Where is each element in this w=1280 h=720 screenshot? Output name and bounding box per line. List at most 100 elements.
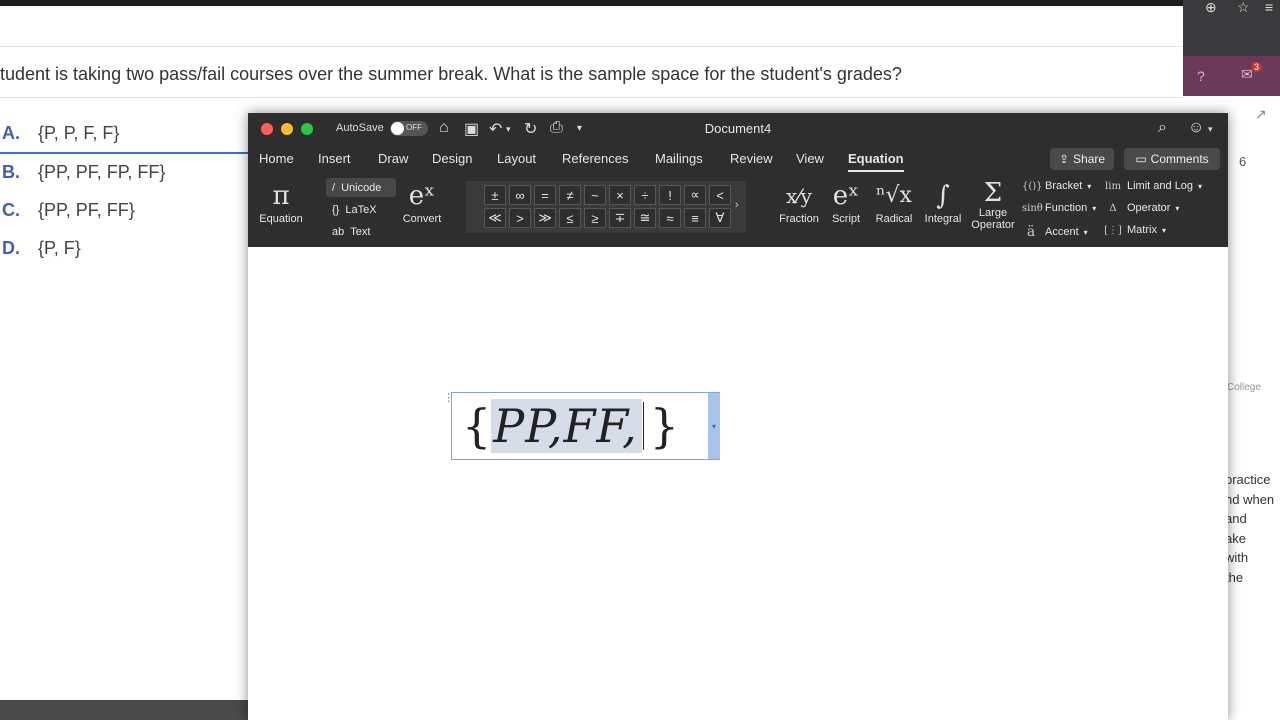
tab-design[interactable]: Design (432, 151, 472, 166)
matrix-button[interactable]: [⋮] Matrix ▾ (1104, 224, 1166, 236)
symbol-button[interactable]: ∀ (709, 208, 731, 228)
convert-button[interactable]: eˣ Convert (398, 179, 446, 225)
text-line: nd when (1225, 491, 1275, 507)
bracket-button[interactable]: {()} Bracket ▾ (1022, 180, 1091, 192)
slash-icon: / (332, 181, 336, 194)
symbol-button[interactable]: > (509, 208, 531, 228)
exponent-icon: eˣ (408, 181, 436, 211)
answer-choice-c[interactable]: C. {PP, PF, FF} (0, 191, 248, 229)
document-canvas[interactable]: ⋮ { PP,FF, } ▾ (248, 247, 1228, 720)
document-title: Document4 (704, 121, 772, 136)
choice-text: {PP, PF, FF} (38, 199, 135, 220)
matrix-icon: [⋮] (1104, 224, 1122, 236)
article-text-fragment: practice nd when and ake with the (1225, 470, 1274, 587)
equation-content[interactable]: { PP,FF, } (462, 397, 679, 455)
script-button[interactable]: eˣ Script (824, 179, 868, 225)
accent-button[interactable]: ä Accent ▾ (1022, 224, 1088, 240)
radical-icon: ⁿ√x (876, 183, 912, 208)
pi-icon: π (272, 181, 290, 211)
fraction-icon: x⁄y (786, 184, 812, 208)
symbol-button[interactable]: ≈ (659, 208, 681, 228)
question-text: tudent is taking two pass/fail courses o… (0, 64, 902, 84)
tab-equation[interactable]: Equation (848, 151, 904, 166)
fraction-button[interactable]: x⁄y Fraction (774, 179, 824, 225)
chevron-down-icon: ▾ (1198, 181, 1203, 191)
tab-view[interactable]: View (796, 151, 824, 166)
answer-choice-a[interactable]: A. {P, P, F, F} (0, 114, 248, 154)
equation-options-tab[interactable]: ▾ (708, 393, 720, 459)
symbol-button[interactable]: ≫ (534, 208, 556, 228)
text-line: the (1225, 569, 1244, 585)
answer-choice-b[interactable]: B. {PP, PF, FP, FF} (0, 153, 248, 191)
symbol-button[interactable]: = (534, 185, 556, 205)
menu-icon[interactable]: ≡ (1265, 0, 1273, 15)
help-icon[interactable]: ? (1197, 68, 1205, 84)
title-bar: AutoSave OFF ⌂ ▣ ↶ ▾ ↻ ⎙ ▾ Document4 ⌕ ☺… (248, 113, 1228, 145)
structure-label: Bracket (1045, 180, 1083, 192)
symbol-button[interactable]: ≪ (484, 208, 506, 228)
symbol-button[interactable]: ≠ (559, 185, 581, 205)
tab-draw[interactable]: Draw (378, 151, 408, 166)
chevron-down-icon: ▾ (1083, 227, 1088, 237)
bracket-icon: {()} (1022, 180, 1043, 192)
search-icon[interactable]: ⌕ (1158, 119, 1167, 137)
equation-selected-text[interactable]: PP,FF, (491, 399, 642, 453)
tab-review[interactable]: Review (730, 151, 773, 166)
structure-label: Accent (1045, 226, 1079, 238)
tab-references[interactable]: References (562, 151, 628, 166)
comments-button[interactable]: ▭ Comments (1124, 148, 1220, 170)
mode-label: LaTeX (345, 203, 377, 216)
equation-drag-handle[interactable]: ⋮ (443, 391, 454, 404)
divider (0, 46, 1183, 47)
function-button[interactable]: sinθ Function ▾ (1022, 202, 1096, 214)
unicode-mode-button[interactable]: / Unicode (326, 178, 396, 197)
answer-choice-d[interactable]: D. {P, F} (0, 229, 248, 267)
limit-and-log-button[interactable]: lim Limit and Log ▾ (1104, 180, 1202, 192)
symbol-button[interactable]: ÷ (634, 185, 656, 205)
tab-home[interactable]: Home (259, 151, 294, 166)
symbol-button[interactable]: ! (659, 185, 681, 205)
external-link-icon[interactable]: ↗ (1255, 106, 1267, 123)
share-button[interactable]: ⇪ Share (1050, 148, 1114, 170)
equation-label: Equation (259, 213, 303, 225)
chevron-down-icon: ▾ (1161, 225, 1166, 235)
operator-button[interactable]: Δ Operator ▾ (1104, 202, 1179, 214)
symbol-button[interactable]: ≅ (634, 208, 656, 228)
braces-icon: {} (332, 203, 340, 216)
equation-open-brace: { (462, 399, 492, 453)
tab-layout[interactable]: Layout (497, 151, 536, 166)
symbol-button[interactable]: ∝ (684, 185, 706, 205)
tab-insert[interactable]: Insert (318, 151, 351, 166)
text-mode-button[interactable]: ab Text (326, 222, 396, 241)
structure-label: Matrix (1127, 224, 1157, 236)
structure-label: Large Operator (971, 207, 1015, 231)
latex-mode-button[interactable]: {} LaTeX (326, 200, 396, 219)
smiley-icon[interactable]: ☺ (1188, 119, 1204, 137)
text-line: with (1225, 550, 1249, 565)
symbol-button[interactable]: ≥ (584, 208, 606, 228)
share-icon: ⇪ (1058, 152, 1070, 166)
star-icon[interactable]: ☆ (1237, 0, 1250, 16)
symbol-button[interactable]: ∞ (509, 185, 531, 205)
equation-button[interactable]: π Equation (256, 179, 306, 225)
equation-close-brace: } (649, 399, 680, 453)
integral-button[interactable]: ∫ Integral (920, 179, 966, 225)
tab-mailings[interactable]: Mailings (655, 151, 703, 166)
equation-box[interactable]: ⋮ { PP,FF, } ▾ (443, 392, 720, 460)
accent-icon: ä (1026, 224, 1036, 240)
symbol-button[interactable]: ≤ (559, 208, 581, 228)
symbol-button[interactable]: × (609, 185, 631, 205)
chevron-down-icon[interactable]: ▾ (1208, 124, 1213, 135)
zoom-icon[interactable]: ⊕ (1205, 0, 1217, 16)
symbol-button[interactable]: ~ (584, 185, 606, 205)
structure-label: Fraction (779, 213, 819, 225)
ribbon-tabs: Home Insert Draw Design Layout Reference… (248, 145, 1228, 173)
symbol-button[interactable]: ± (484, 185, 506, 205)
symbol-button[interactable]: < (709, 185, 731, 205)
symbol-button[interactable]: ∓ (609, 208, 631, 228)
symbol-button[interactable]: ≡ (684, 208, 706, 228)
browser-top-strip (0, 0, 1183, 6)
radical-button[interactable]: ⁿ√x Radical (870, 179, 918, 225)
large-operator-button[interactable]: Σ Large Operator (968, 179, 1018, 231)
chevron-right-icon[interactable]: › (735, 199, 739, 211)
